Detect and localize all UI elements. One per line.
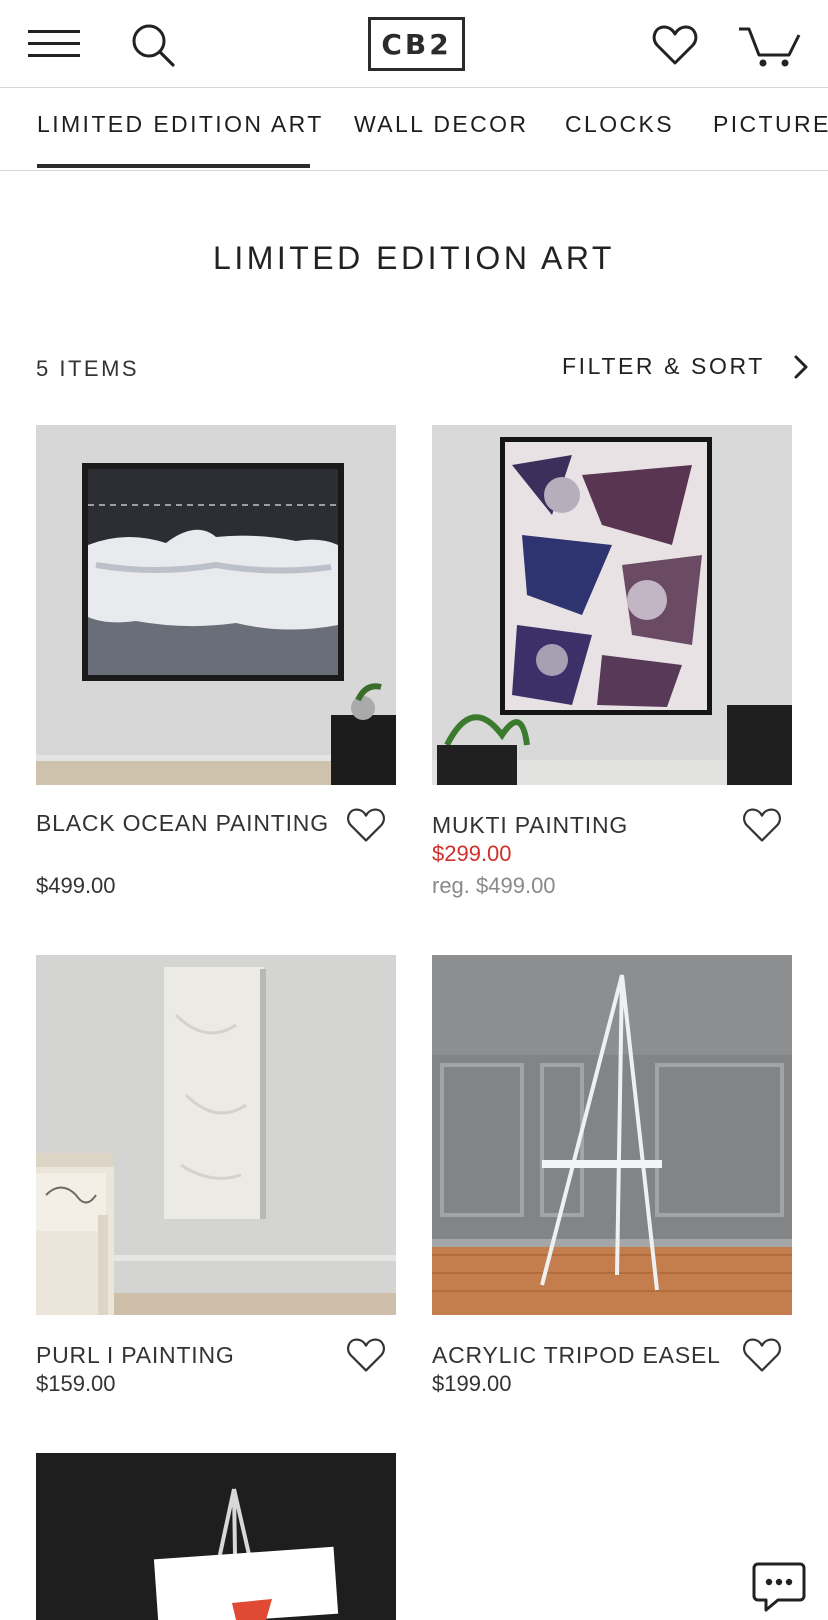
menu-icon[interactable] xyxy=(28,26,80,62)
product-image-purl-i-painting[interactable] xyxy=(36,955,396,1315)
cb2-logo[interactable]: CB2 xyxy=(368,17,465,71)
category-tabs: LIMITED EDITION ART WALL DECOR CLOCKS PI… xyxy=(0,89,828,171)
product-card[interactable]: PURL I PAINTING $159.00 xyxy=(36,955,396,1396)
page-title: LIMITED EDITION ART xyxy=(213,240,615,276)
add-to-favorites-heart-icon[interactable] xyxy=(346,1337,386,1375)
site-header: CB2 xyxy=(0,0,828,88)
chevron-right-icon xyxy=(794,355,808,378)
add-to-favorites-heart-icon[interactable] xyxy=(742,807,782,845)
product-card[interactable] xyxy=(36,1453,396,1620)
product-card[interactable]: ACRYLIC TRIPOD EASEL $199.00 xyxy=(432,955,792,1396)
active-tab-indicator xyxy=(37,164,310,168)
favorites-heart-icon[interactable] xyxy=(650,20,700,70)
items-count: 5 ITEMS xyxy=(36,356,140,381)
product-image[interactable] xyxy=(36,1453,396,1620)
chat-icon[interactable] xyxy=(752,1560,806,1612)
add-to-favorites-heart-icon[interactable] xyxy=(742,1337,782,1375)
tab-limited-edition-art[interactable]: LIMITED EDITION ART xyxy=(37,111,324,138)
product-image-black-ocean-painting[interactable] xyxy=(36,425,396,785)
product-card[interactable]: MUKTI PAINTING $299.00 reg. $499.00 xyxy=(432,425,792,905)
tab-clocks[interactable]: CLOCKS xyxy=(565,111,674,138)
product-regular-price: reg. $499.00 xyxy=(432,873,556,898)
product-name[interactable]: BLACK OCEAN PAINTING xyxy=(36,807,336,839)
cart-icon[interactable] xyxy=(736,20,802,72)
search-icon[interactable] xyxy=(128,20,178,70)
filter-sort-label: FILTER & SORT xyxy=(562,353,765,379)
product-name[interactable]: PURL I PAINTING xyxy=(36,1339,336,1371)
product-name[interactable]: MUKTI PAINTING xyxy=(432,809,732,841)
product-price: $499.00 xyxy=(36,873,116,898)
tab-wall-decor[interactable]: WALL DECOR xyxy=(354,111,528,138)
tab-picture[interactable]: PICTURE xyxy=(713,111,828,138)
product-sale-price: $299.00 xyxy=(432,841,512,866)
product-name[interactable]: ACRYLIC TRIPOD EASEL xyxy=(432,1339,732,1371)
filter-sort-button[interactable]: FILTER & SORT xyxy=(562,353,809,380)
product-card[interactable]: BLACK OCEAN PAINTING $499.00 xyxy=(36,425,396,905)
product-price: $159.00 xyxy=(36,1371,116,1396)
add-to-favorites-heart-icon[interactable] xyxy=(346,807,386,845)
product-image-acrylic-tripod-easel[interactable] xyxy=(432,955,792,1315)
product-price: $199.00 xyxy=(432,1371,512,1396)
product-image-mukti-painting[interactable] xyxy=(432,425,792,785)
